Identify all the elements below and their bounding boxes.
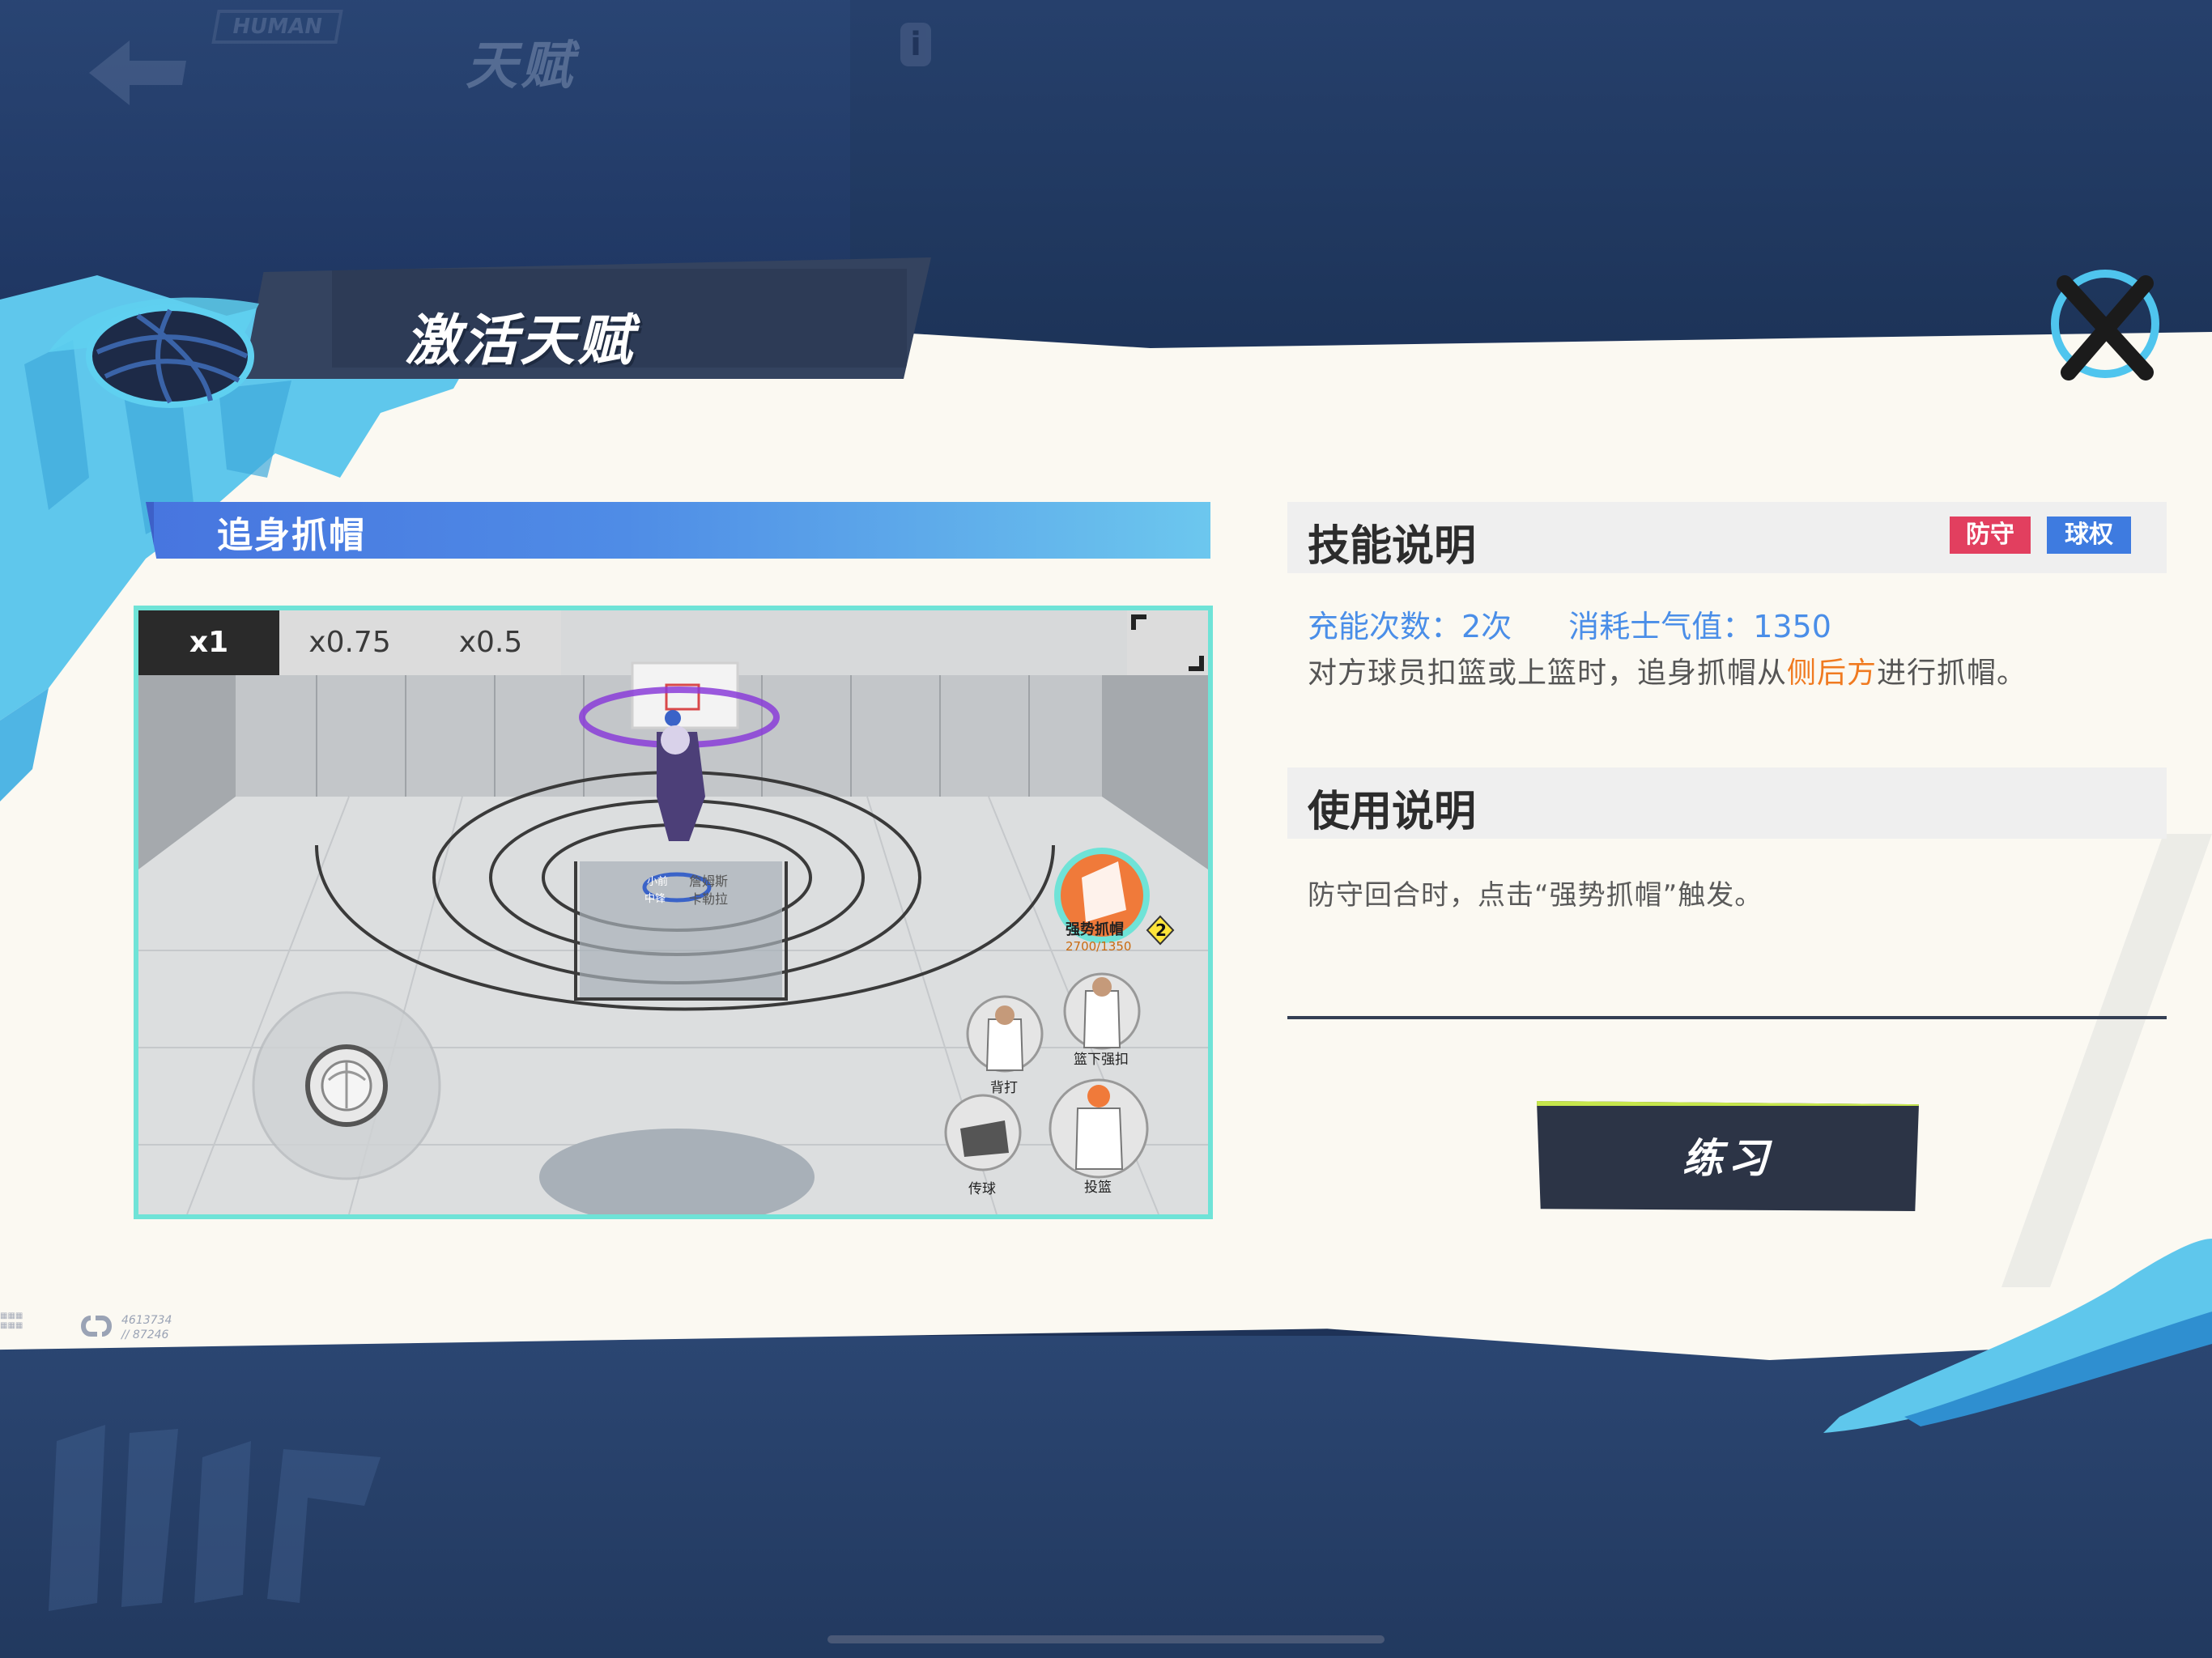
action-dunk-label: 篮下强扣: [1074, 1052, 1129, 1068]
usage-section-title: 使用说明: [1308, 788, 1477, 836]
tag-ball: 球权: [2047, 517, 2131, 554]
skill-name: 追身抓帽: [217, 515, 366, 556]
brand-tag: HUMAN: [211, 10, 343, 44]
footer-id: 4613734// 87246: [121, 1314, 172, 1341]
fullscreen-button[interactable]: [1127, 610, 1208, 675]
usage-text: 防守回合时，点击“强势抓帽”触发。: [1308, 879, 1763, 912]
footer-fine-print: ▦▦▦ ▦▦▦: [0, 1312, 23, 1330]
skill-section-title: 技能说明: [1308, 522, 1477, 571]
action-pass-label: 传球: [968, 1181, 996, 1197]
fullscreen-icon: [1131, 614, 1204, 671]
skill-button-label: 强势抓帽: [1066, 920, 1124, 938]
player-label-2: 詹姆斯: [689, 874, 728, 889]
background-graffiti: [49, 1425, 381, 1611]
tag-defense: 防守: [1950, 517, 2031, 554]
practice-button[interactable]: 练习: [1537, 1101, 1919, 1211]
player-label-3: 中锋: [644, 893, 666, 905]
speed-tab-x1[interactable]: x1: [138, 610, 279, 675]
skill-description: 对方球员扣篮或上篮时，追身抓帽从侧后方进行抓帽。: [1308, 657, 2027, 690]
info-icon[interactable]: i: [900, 23, 931, 66]
player-label-4: 卡勒拉: [689, 891, 728, 907]
skill-button-value: 2700/1350: [1066, 939, 1131, 954]
home-indicator[interactable]: [827, 1635, 1385, 1643]
practice-button-label: 练习: [1682, 1135, 1773, 1182]
section-divider: [1287, 1016, 2167, 1019]
description-highlight: 侧后方: [1787, 657, 1878, 690]
back-arrow-icon[interactable]: [85, 36, 190, 109]
cost-text: 消耗士气值：1350: [1568, 609, 1831, 644]
video-preview[interactable]: 小前 詹姆斯 中锋 卡勒拉 强势抓帽 2700/1350 2 篮下强扣 背打 传…: [134, 606, 1213, 1219]
court-scene: 小前 詹姆斯 中锋 卡勒拉 强势抓帽 2700/1350 2 篮下强扣 背打 传…: [138, 610, 1208, 1214]
page-title: 天赋: [466, 36, 576, 96]
speed-tab-x0.5[interactable]: x0.5: [420, 610, 561, 675]
basketball-icon: [49, 297, 259, 408]
link-icon: [81, 1316, 112, 1337]
background-wall-right: [850, 0, 2212, 340]
player-label-1: 小前: [647, 875, 668, 888]
skill-stats: 充能次数：2次 消耗士气值：1350: [1308, 602, 1888, 646]
dialog-title: 激活天赋: [405, 309, 636, 373]
speed-tabs: x1 x0.75 x0.5: [138, 610, 561, 675]
speed-tab-x0.75[interactable]: x0.75: [279, 610, 420, 675]
skill-charges: 2: [1155, 920, 1167, 940]
splash-decoration-right: [1823, 1239, 2212, 1433]
action-post-label: 背打: [990, 1080, 1018, 1096]
close-icon[interactable]: [2032, 259, 2170, 389]
panel-watermark: [2001, 834, 2212, 1287]
action-shoot-label: 投篮: [1084, 1180, 1112, 1196]
charges-text: 充能次数：2次: [1308, 609, 1512, 644]
